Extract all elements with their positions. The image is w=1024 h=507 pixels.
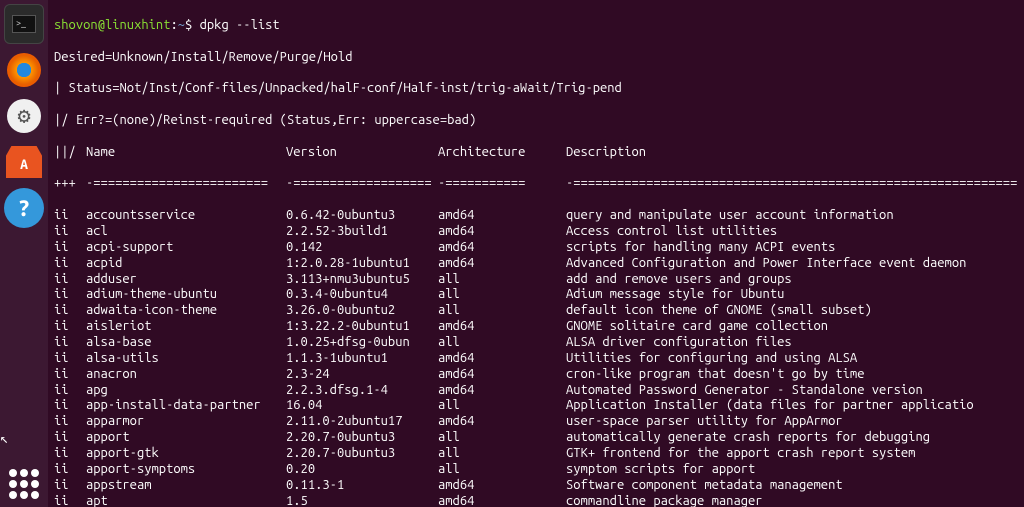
package-row: ii adwaita-icon-theme3.26.0-0ubuntu2alld… [54, 303, 1018, 319]
package-list: ii accountsservice0.6.42-0ubuntu3amd64qu… [54, 208, 1018, 507]
package-row: ii apg2.2.3.dfsg.1-4amd64Automated Passw… [54, 383, 1018, 399]
package-row: ii apport-gtk2.20.7-0ubuntu3allGTK+ fron… [54, 446, 1018, 462]
package-row: ii acpid1:2.0.28-1ubuntu1amd64Advanced C… [54, 256, 1018, 272]
package-row: ii anacron2.3-24amd64cron-like program t… [54, 367, 1018, 383]
package-row: ii adium-theme-ubuntu0.3.4-0ubuntu4allAd… [54, 287, 1018, 303]
package-row: ii apport-symptoms0.20allsymptom scripts… [54, 462, 1018, 478]
rhythmbox-icon[interactable] [4, 96, 44, 136]
package-row: ii apport2.20.7-0ubuntu3allautomatically… [54, 430, 1018, 446]
package-row: ii appstream0.11.3-1amd64Software compon… [54, 478, 1018, 494]
column-headers: ||/NameVersionArchitectureDescription [54, 145, 1018, 161]
apps-grid-icon[interactable] [9, 469, 39, 499]
firefox-icon[interactable] [4, 50, 44, 90]
header-line-0: Desired=Unknown/Install/Remove/Purge/Hol… [54, 50, 1018, 66]
command-text: dpkg --list [200, 18, 280, 32]
package-row: ii aisleriot1:3.22.2-0ubuntu1amd64GNOME … [54, 319, 1018, 335]
package-row: ii acpi-support0.142amd64scripts for han… [54, 240, 1018, 256]
package-row: ii app-install-data-partner16.04allAppli… [54, 398, 1018, 414]
package-row: ii apt1.5amd64commandline package manage… [54, 494, 1018, 507]
terminal-icon[interactable] [4, 4, 44, 44]
prompt-user: shovon@linuxhint [54, 18, 170, 32]
terminal-window[interactable]: shovon@linuxhint:~$ dpkg --list Desired=… [48, 0, 1024, 507]
unity-launcher: ? [0, 0, 48, 507]
header-line-2: |/ Err?=(none)/Reinst-required (Status,E… [54, 113, 1018, 129]
prompt-line: shovon@linuxhint:~$ dpkg --list [54, 18, 1018, 34]
package-row: ii acl2.2.52-3build1amd64Access control … [54, 224, 1018, 240]
ubuntu-software-icon[interactable] [4, 142, 44, 182]
header-line-1: | Status=Not/Inst/Conf-files/Unpacked/ha… [54, 81, 1018, 97]
help-icon[interactable]: ? [4, 188, 44, 228]
package-row: ii alsa-base1.0.25+dfsg-0ubunallALSA dri… [54, 335, 1018, 351]
package-row: ii accountsservice0.6.42-0ubuntu3amd64qu… [54, 208, 1018, 224]
prompt-path: ~ [178, 18, 185, 32]
separator-row: +++-========================-===========… [54, 176, 1018, 192]
package-row: ii adduser3.113+nmu3ubuntu5alladd and re… [54, 272, 1018, 288]
package-row: ii alsa-utils1.1.3-1ubuntu1amd64Utilitie… [54, 351, 1018, 367]
package-row: ii apparmor2.11.0-2ubuntu17amd64user-spa… [54, 414, 1018, 430]
